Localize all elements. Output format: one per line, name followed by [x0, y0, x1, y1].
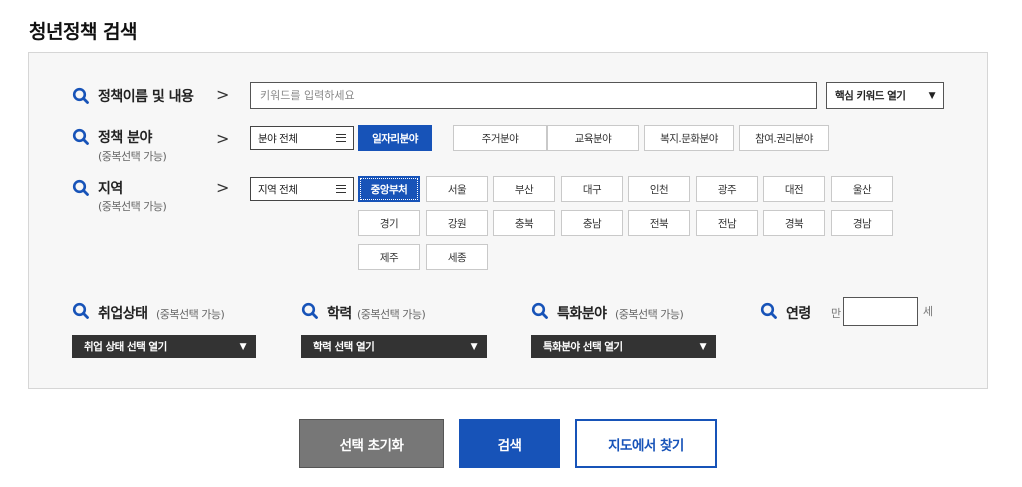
- region-chip[interactable]: 경기: [358, 210, 420, 236]
- field-chip[interactable]: 복지.문화분야: [644, 125, 734, 151]
- employment-label: 취업상태: [98, 306, 148, 322]
- field-sub-label: (중복선택 가능): [98, 150, 167, 163]
- education-select[interactable]: 학력 선택 열기 ▼: [301, 335, 487, 358]
- age-prefix: 만: [831, 307, 842, 320]
- keyword-input[interactable]: [250, 82, 817, 109]
- page-title: 청년정책 검색: [29, 21, 138, 43]
- education-select-label: 학력 선택 열기: [313, 341, 375, 353]
- search-icon: [72, 179, 90, 197]
- specialty-select-label: 특화분야 선택 열기: [543, 341, 623, 353]
- menu-icon: [336, 185, 346, 193]
- search-icon: [531, 302, 549, 320]
- region-chip[interactable]: 강원: [426, 210, 488, 236]
- field-label: 정책 분야: [98, 130, 152, 146]
- employment-select-label: 취업 상태 선택 열기: [84, 341, 167, 353]
- core-keyword-label: 핵심 키워드 열기: [835, 90, 906, 102]
- caret-down-icon: ▼: [239, 341, 247, 352]
- specialty-label: 특화분야: [557, 306, 607, 322]
- region-chip[interactable]: 충남: [561, 210, 623, 236]
- field-chip[interactable]: 참여.권리분야: [739, 125, 829, 151]
- age-input[interactable]: [843, 297, 918, 326]
- region-all-select[interactable]: 지역 전체: [250, 177, 354, 201]
- search-icon: [72, 128, 90, 146]
- search-icon: [72, 302, 90, 320]
- region-chip[interactable]: 중앙부처: [358, 176, 420, 202]
- age-label: 연령: [786, 306, 811, 322]
- caret-down-icon: ▼: [928, 90, 936, 101]
- field-chip[interactable]: 일자리분야: [358, 125, 432, 151]
- employment-sub-label: (중복선택 가능): [156, 308, 225, 321]
- search-icon: [301, 302, 319, 320]
- region-chip[interactable]: 부산: [493, 176, 555, 202]
- region-chip[interactable]: 광주: [696, 176, 758, 202]
- chevron-right-icon: >: [216, 129, 230, 148]
- region-chip[interactable]: 충북: [493, 210, 555, 236]
- field-all-label: 분야 전체: [258, 132, 298, 145]
- region-chip[interactable]: 제주: [358, 244, 420, 270]
- chevron-right-icon: >: [216, 85, 230, 104]
- region-chip[interactable]: 경남: [831, 210, 893, 236]
- caret-down-icon: ▼: [470, 341, 478, 352]
- region-chip[interactable]: 대구: [561, 176, 623, 202]
- region-chip[interactable]: 경북: [763, 210, 825, 236]
- core-keyword-select[interactable]: 핵심 키워드 열기 ▼: [826, 82, 944, 109]
- region-chip[interactable]: 전북: [628, 210, 690, 236]
- search-icon: [72, 87, 90, 105]
- region-chip[interactable]: 울산: [831, 176, 893, 202]
- chevron-right-icon: >: [216, 178, 230, 197]
- reset-button[interactable]: 선택 초기화: [299, 419, 444, 468]
- field-chip[interactable]: 교육분야: [547, 125, 639, 151]
- field-all-select[interactable]: 분야 전체: [250, 126, 354, 150]
- region-sub-label: (중복선택 가능): [98, 200, 167, 213]
- age-suffix: 세: [923, 305, 934, 318]
- menu-icon: [336, 134, 346, 142]
- education-label: 학력: [327, 306, 352, 322]
- field-chip[interactable]: 주거분야: [453, 125, 547, 151]
- search-button[interactable]: 검색: [459, 419, 560, 468]
- region-chip[interactable]: 인천: [628, 176, 690, 202]
- region-chip[interactable]: 서울: [426, 176, 488, 202]
- education-sub-label: (중복선택 가능): [357, 308, 426, 321]
- search-icon: [760, 302, 778, 320]
- keyword-label: 정책이름 및 내용: [98, 89, 194, 105]
- specialty-select[interactable]: 특화분야 선택 열기 ▼: [531, 335, 716, 358]
- region-all-label: 지역 전체: [258, 183, 298, 196]
- region-label: 지역: [98, 181, 123, 197]
- caret-down-icon: ▼: [699, 341, 707, 352]
- specialty-sub-label: (중복선택 가능): [615, 308, 684, 321]
- find-on-map-button[interactable]: 지도에서 찾기: [575, 419, 717, 468]
- employment-select[interactable]: 취업 상태 선택 열기 ▼: [72, 335, 256, 358]
- region-chip[interactable]: 전남: [696, 210, 758, 236]
- region-chip[interactable]: 대전: [763, 176, 825, 202]
- search-panel: 정책이름 및 내용 > 핵심 키워드 열기 ▼ 정책 분야 (중복선택 가능) …: [28, 52, 988, 389]
- region-chip[interactable]: 세종: [426, 244, 488, 270]
